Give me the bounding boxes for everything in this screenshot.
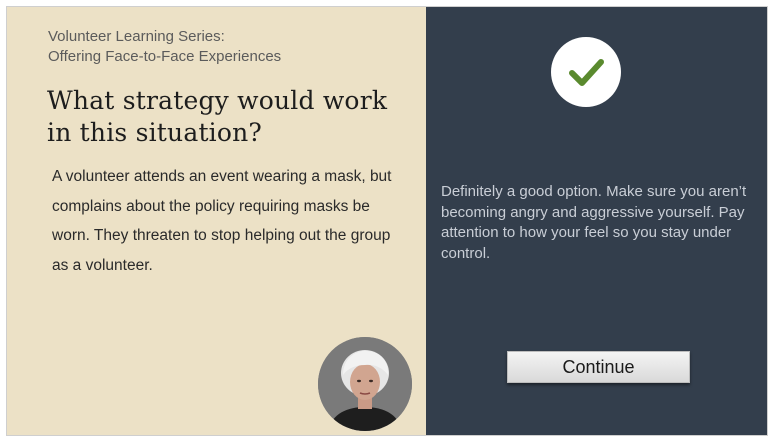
checkmark-icon <box>551 37 621 107</box>
continue-button[interactable]: Continue <box>507 351 690 383</box>
series-title: Volunteer Learning Series: Offering Face… <box>48 28 282 65</box>
question-heading: What strategy would work in this situati… <box>47 86 388 147</box>
checkmark-glyph <box>569 59 604 86</box>
scenario-text: A volunteer attends an event wearing a m… <box>52 168 392 274</box>
character-avatar <box>318 337 412 431</box>
avatar-portrait <box>318 337 412 431</box>
feedback-text: Definitely a good option. Make sure you … <box>441 183 747 262</box>
